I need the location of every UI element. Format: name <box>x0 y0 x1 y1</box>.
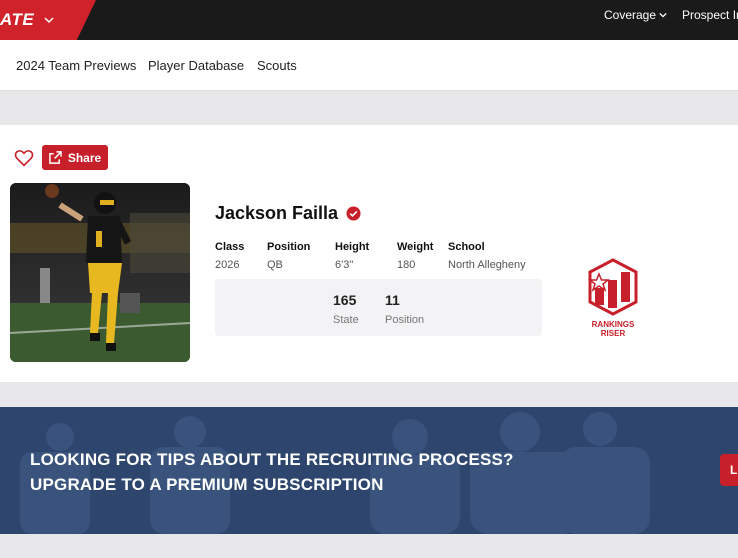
nav-coverage-label: Coverage <box>604 8 657 22</box>
badge-line-1: RANKINGS <box>591 320 635 329</box>
share-icon <box>48 151 62 164</box>
subnav-scouts[interactable]: Scouts <box>257 58 297 73</box>
brand-logo-menu[interactable]: ATE <box>0 0 96 40</box>
state-rank-label: State <box>333 314 359 326</box>
share-button[interactable]: Share <box>42 145 108 170</box>
height-label: Height <box>335 241 370 253</box>
brand-text: ATE <box>0 10 35 29</box>
height-value: 6'3" <box>335 259 354 271</box>
school-label: School <box>448 241 485 253</box>
weight-value: 180 <box>397 259 416 271</box>
subnav-team-previews[interactable]: 2024 Team Previews <box>16 58 136 73</box>
nav-prospect-index[interactable]: Prospect In <box>682 8 738 22</box>
weight-label: Weight <box>397 241 434 253</box>
class-label: Class <box>215 241 245 253</box>
badge-line-2: RISER <box>600 329 626 338</box>
player-name: Jackson Failla <box>215 203 339 223</box>
top-navigation-bar: ATE Coverage Prospect In <box>0 0 738 40</box>
banner-headline-1: LOOKING FOR TIPS ABOUT THE RECRUITING PR… <box>30 450 514 469</box>
player-photo <box>10 183 190 362</box>
rankings-box: 165 State 11 Position <box>215 279 542 336</box>
position-value: QB <box>267 259 283 271</box>
player-name-row: Jackson Failla <box>215 203 361 224</box>
position-rank-value: 11 <box>385 292 400 308</box>
banner-cta-button[interactable]: L <box>720 454 738 486</box>
share-label: Share <box>67 150 102 165</box>
player-profile-card: Share Jackson Failla Class 2026 Position… <box>0 125 738 382</box>
heart-icon[interactable] <box>14 149 34 167</box>
sub-navigation: 2024 Team Previews Player Database Scout… <box>0 40 738 91</box>
rankings-riser-text: RANKINGS RISER <box>578 320 648 338</box>
state-rank-value: 165 <box>333 292 357 308</box>
position-rank-label: Position <box>385 314 425 326</box>
position-label: Position <box>267 241 311 253</box>
banner-background-image <box>20 412 650 534</box>
chevron-down-icon <box>44 15 54 25</box>
premium-subscription-banner[interactable]: LOOKING FOR TIPS ABOUT THE RECRUITING PR… <box>0 407 738 534</box>
school-value[interactable]: North Allegheny <box>448 259 526 271</box>
verified-check-icon <box>346 206 361 221</box>
chevron-down-icon <box>659 11 667 19</box>
nav-prospect-label: Prospect In <box>682 8 738 22</box>
class-value: 2026 <box>215 259 240 271</box>
nav-coverage[interactable]: Coverage <box>604 8 667 22</box>
subnav-player-database[interactable]: Player Database <box>148 58 244 73</box>
banner-headline-2: UPGRADE TO A PREMIUM SUBSCRIPTION <box>30 475 384 494</box>
